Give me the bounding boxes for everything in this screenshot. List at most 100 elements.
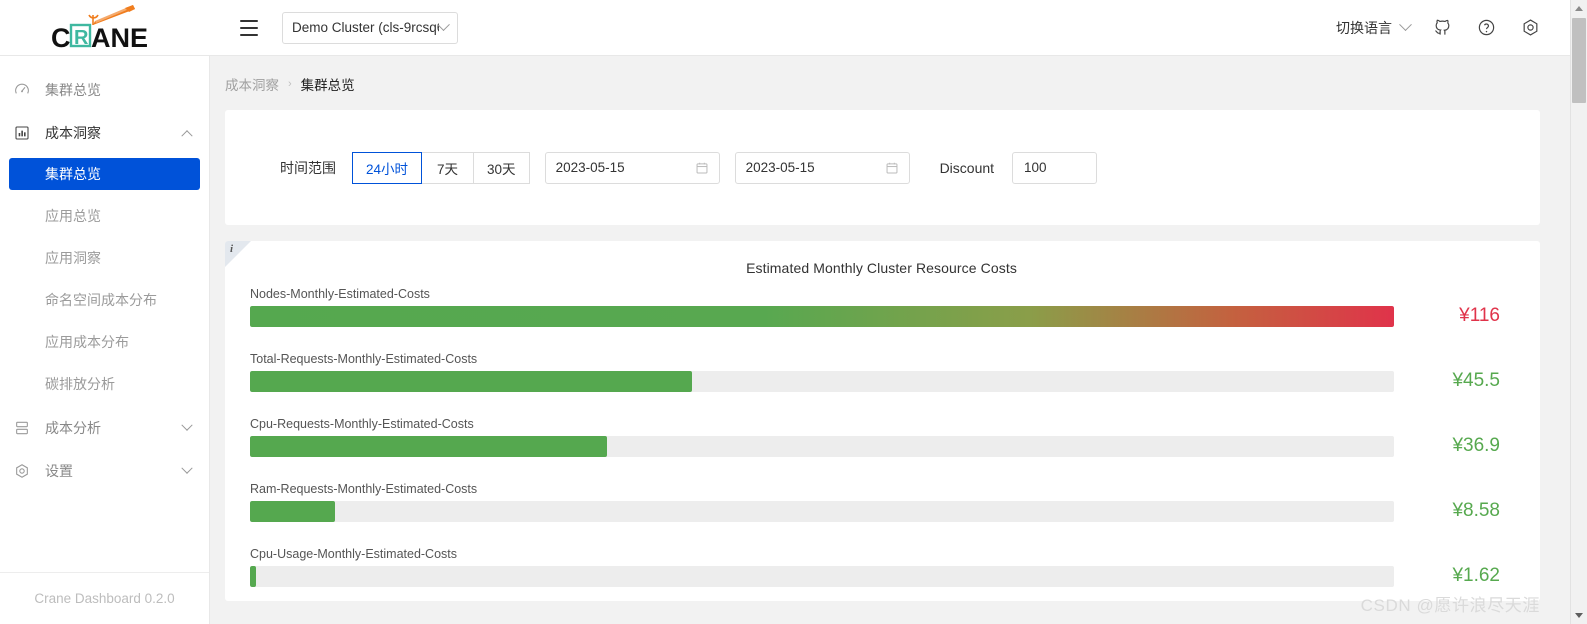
- sidebar-subitem-label: 碳排放分析: [45, 376, 115, 392]
- gear-glyph: [16, 464, 28, 478]
- layout-split-icon: [14, 420, 36, 436]
- scrollbar-thumb[interactable]: [1572, 18, 1586, 103]
- bar-label: Total-Requests-Monthly-Estimated-Costs: [250, 352, 478, 366]
- sidebar-subitem-label: 应用洞察: [45, 250, 101, 266]
- bar-chart-glyph: [15, 126, 29, 140]
- sidebar-subitem-app-cost[interactable]: 应用成本分布: [9, 326, 200, 358]
- bar-value: ¥8.58: [1452, 500, 1500, 521]
- sidebar: 集群总览 成本洞察 集群总览 应用总览 应用洞察 命名空间成本分布 应用成本分布…: [0, 56, 210, 624]
- hamburger-icon[interactable]: [232, 11, 266, 45]
- bar-row: Nodes-Monthly-Estimated-Costs ¥116: [225, 287, 1540, 327]
- chevron-down-icon: [181, 419, 193, 431]
- bar-label: Ram-Requests-Monthly-Estimated-Costs: [250, 482, 478, 496]
- sidebar-subitem-carbon-analysis[interactable]: 碳排放分析: [9, 368, 200, 400]
- github-glyph: [1434, 19, 1449, 35]
- chevron-down-icon: [437, 18, 450, 32]
- bar-value: ¥1.62: [1452, 565, 1500, 586]
- sidebar-subitem-label: 集群总览: [45, 166, 101, 182]
- sidebar-subitem-namespace-cost[interactable]: 命名空间成本分布: [9, 284, 200, 316]
- dashboard-icon: [14, 82, 36, 98]
- breadcrumb: 成本洞察 › 集群总览: [210, 56, 1570, 94]
- bar-fill: [250, 435, 607, 457]
- bar-track: [250, 565, 1394, 587]
- chevron-up-icon: [181, 130, 193, 142]
- sidebar-subitem-app-insight[interactable]: 应用洞察: [9, 242, 200, 274]
- scroll-up-triangle-icon: [1575, 6, 1583, 11]
- language-switcher-label: 切换语言: [1336, 19, 1392, 36]
- chart-title: Estimated Monthly Cluster Resource Costs: [746, 260, 1017, 276]
- sidebar-item-label: 成本洞察: [45, 125, 101, 141]
- sidebar-subitem-label: 应用总览: [45, 208, 101, 224]
- sidebar-group-cost-insight[interactable]: 成本洞察: [0, 115, 209, 151]
- bar-chart-icon: [14, 125, 36, 141]
- sidebar-group-settings[interactable]: 设置: [0, 453, 209, 489]
- info-corner-label: i: [230, 243, 234, 255]
- svg-text:R: R: [74, 27, 89, 49]
- bar-fill: [250, 565, 257, 587]
- cluster-selector-value: Demo Cluster (cls-9rcsq69: [292, 20, 439, 35]
- bar-row: Cpu-Requests-Monthly-Estimated-Costs ¥36…: [225, 417, 1540, 457]
- start-date-input[interactable]: 2023-05-15: [544, 151, 720, 184]
- dashboard-glyph: [15, 83, 29, 94]
- bar-spacer: [225, 522, 1540, 547]
- bar-spacer: [225, 457, 1540, 482]
- bar-row: Cpu-Usage-Monthly-Estimated-Costs ¥1.62: [225, 547, 1540, 587]
- time-range-7d-button[interactable]: 7天: [421, 151, 475, 184]
- sidebar-subitem-app-overview[interactable]: 应用总览: [9, 200, 200, 232]
- gear-icon: [14, 463, 36, 479]
- app-root: C R ANE Demo Cluster (cls-9rcsq69 切换语言 集…: [0, 0, 1587, 624]
- page-scrollbar[interactable]: [1570, 0, 1587, 624]
- language-switcher[interactable]: 切换语言: [1328, 18, 1418, 38]
- scroll-up-arrow[interactable]: [1571, 0, 1587, 17]
- github-icon[interactable]: [1422, 8, 1462, 48]
- sidebar-subitem-label: 应用成本分布: [45, 334, 129, 350]
- help-circle-icon[interactable]: [1466, 8, 1506, 48]
- breadcrumb-parent[interactable]: 成本洞察: [225, 74, 279, 94]
- bar-label: Nodes-Monthly-Estimated-Costs: [250, 287, 430, 301]
- hamburger-bar: [240, 19, 258, 22]
- discount-input[interactable]: [1012, 151, 1098, 184]
- app-logo[interactable]: C R ANE: [0, 0, 210, 56]
- main-content: 成本洞察 › 集群总览 时间范围 24小时 7天 30天 2023-05-15: [210, 56, 1570, 624]
- filter-panel: 时间范围 24小时 7天 30天 2023-05-15 2023-05-15 D…: [225, 110, 1540, 225]
- time-range-label: 时间范围: [280, 159, 336, 176]
- bar-value: ¥116: [1459, 305, 1500, 326]
- bar-label: Cpu-Requests-Monthly-Estimated-Costs: [250, 417, 474, 431]
- calendar-icon: [886, 162, 898, 173]
- gear-icon[interactable]: [1510, 8, 1550, 48]
- sidebar-item-label: 设置: [45, 463, 73, 479]
- scroll-down-arrow[interactable]: [1571, 607, 1587, 624]
- top-bar-actions: 切换语言: [1328, 8, 1570, 48]
- breadcrumb-separator: ›: [288, 78, 292, 90]
- sidebar-footer-version: Crane Dashboard 0.2.0: [0, 572, 209, 624]
- time-range-24h-button[interactable]: 24小时: [352, 151, 423, 184]
- sidebar-item-label: 集群总览: [45, 82, 101, 98]
- hamburger-bar: [240, 33, 258, 36]
- help-glyph: [1478, 19, 1494, 36]
- sidebar-item-cluster-overview[interactable]: 集群总览: [0, 72, 209, 108]
- bar-row: Ram-Requests-Monthly-Estimated-Costs ¥8.…: [225, 482, 1540, 522]
- hamburger-bar: [240, 26, 258, 29]
- filter-row: 时间范围 24小时 7天 30天 2023-05-15 2023-05-15 D…: [225, 151, 1098, 184]
- sidebar-group-cost-analysis[interactable]: 成本分析: [0, 410, 209, 446]
- info-corner-icon[interactable]: [225, 241, 251, 267]
- top-bar: C R ANE Demo Cluster (cls-9rcsq69 切换语言: [0, 0, 1570, 56]
- discount-label: Discount: [939, 159, 995, 176]
- scroll-down-triangle-icon: [1575, 613, 1583, 618]
- sidebar-subitem-cluster-overview[interactable]: 集群总览: [9, 158, 200, 190]
- cost-bar-list: Nodes-Monthly-Estimated-Costs ¥116 Total…: [225, 276, 1540, 601]
- crane-logo-svg: C R ANE: [51, 4, 148, 53]
- cluster-selector[interactable]: Demo Cluster (cls-9rcsq69: [282, 11, 458, 44]
- breadcrumb-current: 集群总览: [300, 78, 355, 93]
- svg-text:C: C: [51, 23, 71, 53]
- bar-fill: [250, 305, 1394, 327]
- bar-track: [250, 435, 1394, 457]
- bar-spacer: [225, 327, 1540, 352]
- sidebar-nav: 集群总览 成本洞察 集群总览 应用总览 应用洞察 命名空间成本分布 应用成本分布…: [0, 56, 209, 572]
- end-date-input[interactable]: 2023-05-15: [734, 151, 910, 184]
- time-range-30d-button[interactable]: 30天: [473, 151, 530, 184]
- bar-spacer: [225, 392, 1540, 417]
- sidebar-item-label: 成本分析: [45, 420, 101, 436]
- cost-chart-card: i Estimated Monthly Cluster Resource Cos…: [225, 241, 1540, 601]
- bar-track: [250, 305, 1394, 327]
